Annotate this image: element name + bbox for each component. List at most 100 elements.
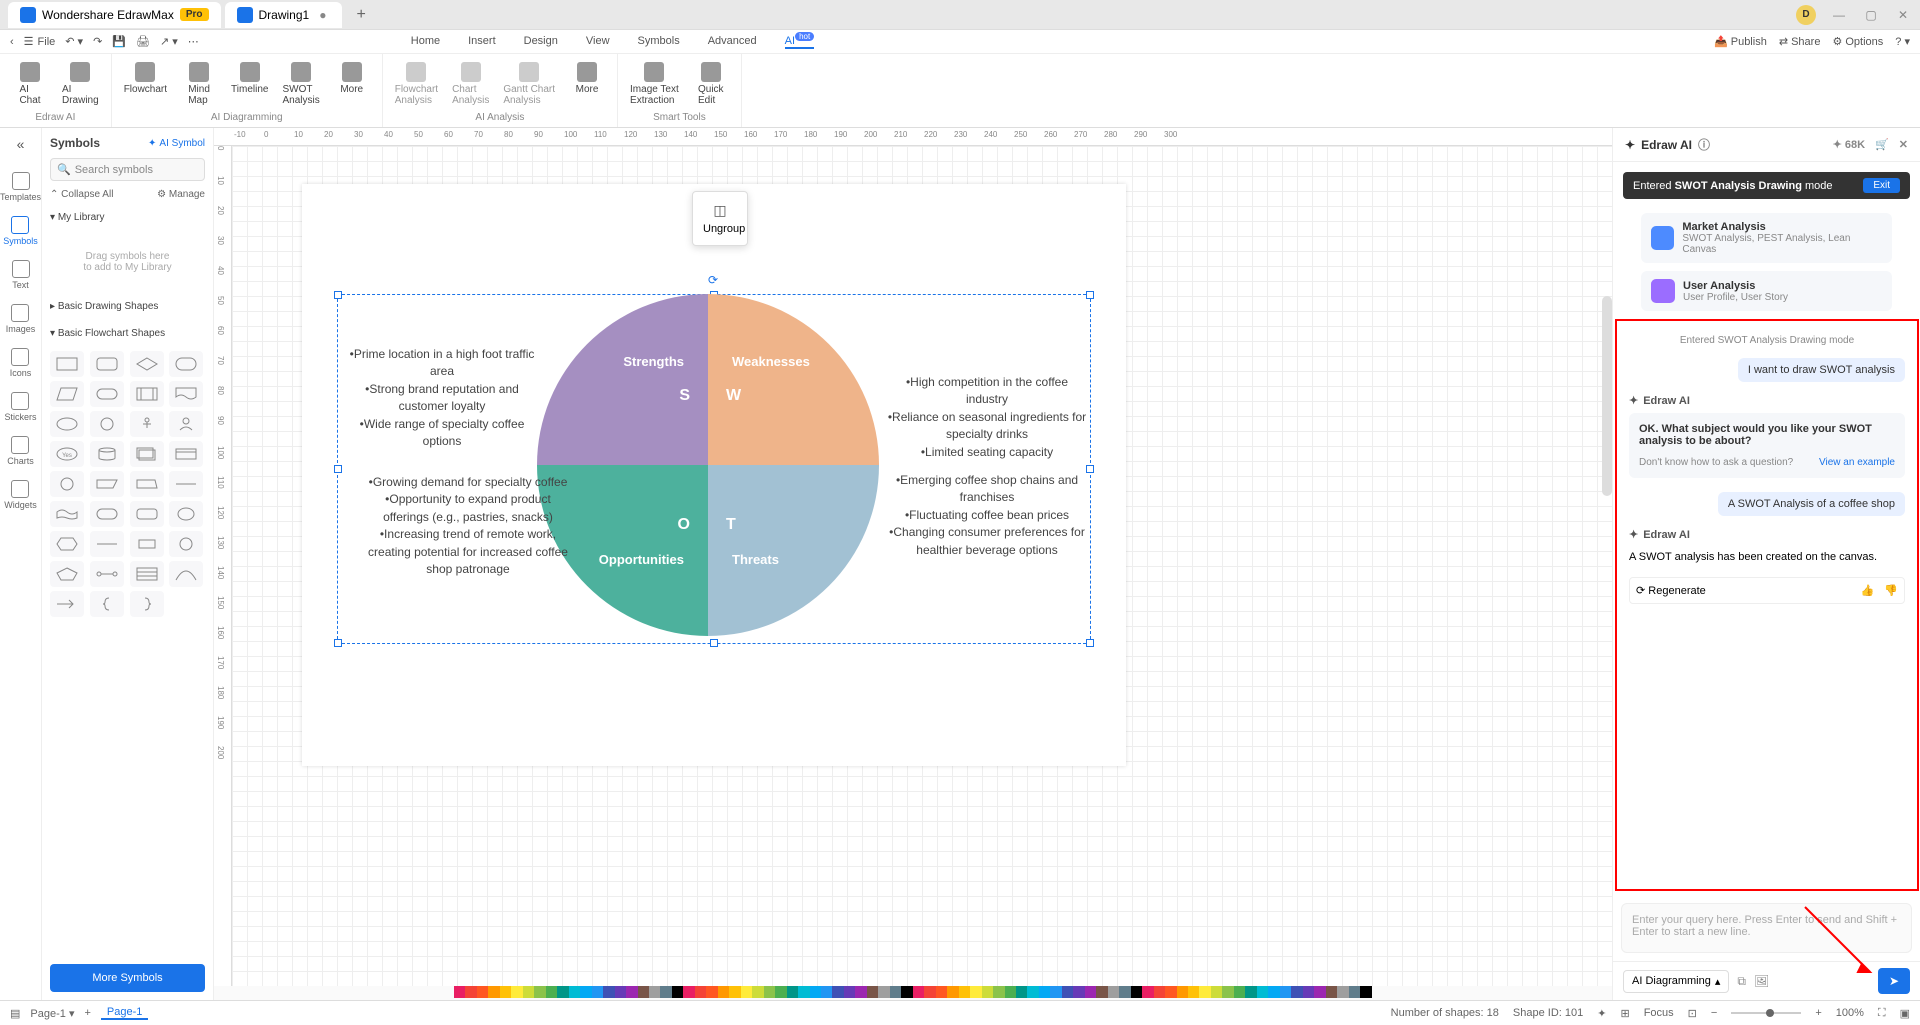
collapse-nav-button[interactable]: « <box>17 136 25 158</box>
color-swatch[interactable] <box>764 986 775 998</box>
threats-text[interactable]: •Emerging coffee shop chains and franchi… <box>887 472 1087 559</box>
shape-trapezoid2[interactable] <box>130 471 164 497</box>
image-text-button[interactable]: Image Text Extraction <box>626 58 683 110</box>
nav-symbols[interactable]: Symbols <box>3 216 38 246</box>
ai-info-icon[interactable]: ⓘ <box>1698 136 1710 153</box>
color-swatch[interactable] <box>534 986 545 998</box>
thumbs-down-icon[interactable]: 👎 <box>1884 584 1898 597</box>
resize-handle[interactable] <box>334 639 342 647</box>
color-swatch[interactable] <box>1039 986 1050 998</box>
color-swatch[interactable] <box>890 986 901 998</box>
color-swatch[interactable] <box>454 986 465 998</box>
shape-arrow[interactable] <box>50 591 84 617</box>
shape-diamond[interactable] <box>130 351 164 377</box>
attach-icon[interactable]: ⧉ <box>1737 974 1746 989</box>
cart-icon[interactable]: 🛒 <box>1875 138 1889 151</box>
color-swatch[interactable] <box>546 986 557 998</box>
color-swatch[interactable] <box>1188 986 1199 998</box>
ai-query-input[interactable]: Enter your query here. Press Enter to se… <box>1621 903 1912 953</box>
zoom-in-button[interactable]: + <box>1815 1007 1821 1019</box>
color-swatch[interactable] <box>718 986 729 998</box>
ai-chat-button[interactable]: AI Chat <box>8 58 52 110</box>
app-tab[interactable]: Wondershare EdrawMax Pro <box>8 2 221 28</box>
print-button[interactable]: 🖨 <box>136 35 150 48</box>
color-swatch[interactable] <box>1062 986 1073 998</box>
color-swatch[interactable] <box>1085 986 1096 998</box>
color-swatch[interactable] <box>878 986 889 998</box>
color-swatch[interactable] <box>787 986 798 998</box>
ai-symbol-button[interactable]: ✦ AI Symbol <box>148 138 205 149</box>
shape-line[interactable] <box>169 471 203 497</box>
ungroup-label[interactable]: Ungroup <box>703 223 737 235</box>
help-button[interactable]: ? ▾ <box>1895 35 1910 48</box>
ai-mode-select[interactable]: AI Diagramming ▴ <box>1623 970 1729 993</box>
color-swatch[interactable] <box>569 986 580 998</box>
color-swatch[interactable] <box>947 986 958 998</box>
shape-parallelogram[interactable] <box>50 381 84 407</box>
shape-rect2[interactable] <box>130 531 164 557</box>
zoom-slider[interactable] <box>1731 1012 1801 1014</box>
chart-analysis-button[interactable]: Chart Analysis <box>448 58 493 110</box>
shape-document[interactable] <box>169 381 203 407</box>
shape-process[interactable] <box>130 381 164 407</box>
publish-button[interactable]: 📤 Publish <box>1714 35 1767 48</box>
color-swatch[interactable] <box>1154 986 1165 998</box>
color-swatch[interactable] <box>557 986 568 998</box>
regenerate-button[interactable]: ⟳ Regenerate <box>1636 584 1706 597</box>
opportunities-text[interactable]: •Growing demand for specialty coffee •Op… <box>362 474 574 578</box>
fullscreen-icon[interactable]: ⛶ <box>1878 1007 1886 1020</box>
color-swatch[interactable] <box>1016 986 1027 998</box>
color-swatch[interactable] <box>592 986 603 998</box>
nav-text[interactable]: Text <box>12 260 30 290</box>
shape-brace-l[interactable] <box>90 591 124 617</box>
shape-roundrect3[interactable] <box>90 501 124 527</box>
shape-connector[interactable] <box>90 561 124 587</box>
shape-roundrect4[interactable] <box>130 501 164 527</box>
shape-cylinder[interactable] <box>90 441 124 467</box>
swot-strengths[interactable]: Strengths S <box>537 294 708 465</box>
export-button[interactable]: ↗ ▾ <box>160 35 178 48</box>
gantt-analysis-button[interactable]: Gantt Chart Analysis <box>499 58 559 110</box>
color-swatch[interactable] <box>477 986 488 998</box>
color-swatch[interactable] <box>1222 986 1233 998</box>
back-button[interactable]: ‹ <box>10 36 14 48</box>
shape-arc[interactable] <box>169 561 203 587</box>
user-analysis-card[interactable]: User AnalysisUser Profile, User Story <box>1641 271 1892 311</box>
color-swatch[interactable] <box>901 986 912 998</box>
color-swatch[interactable] <box>1073 986 1084 998</box>
color-swatch[interactable] <box>465 986 476 998</box>
color-swatch[interactable] <box>1096 986 1107 998</box>
shape-pentagon[interactable] <box>50 561 84 587</box>
maximize-button[interactable]: ▢ <box>1862 8 1880 22</box>
mindmap-button[interactable]: Mind Map <box>177 58 221 110</box>
mylib-section[interactable]: ▾ My Library <box>50 208 205 227</box>
color-swatch[interactable] <box>706 986 717 998</box>
avatar[interactable]: D <box>1796 5 1816 25</box>
color-swatch[interactable] <box>936 986 947 998</box>
color-swatch[interactable] <box>1268 986 1279 998</box>
color-swatch[interactable] <box>1199 986 1210 998</box>
swot-threats[interactable]: T Threats <box>708 465 879 636</box>
minimize-button[interactable]: — <box>1830 8 1848 22</box>
shape-circle2[interactable] <box>50 471 84 497</box>
collapse-all-button[interactable]: ⌃ Collapse All <box>50 189 113 200</box>
color-swatch[interactable] <box>1027 986 1038 998</box>
new-tab-button[interactable]: + <box>346 2 375 28</box>
nav-stickers[interactable]: Stickers <box>4 392 36 422</box>
vertical-scrollbar[interactable] <box>1602 296 1612 496</box>
color-swatch[interactable] <box>924 986 935 998</box>
fit-icon[interactable]: ⊡ <box>1688 1007 1697 1020</box>
shape-wave[interactable] <box>50 501 84 527</box>
view-example-link[interactable]: View an example <box>1819 457 1895 468</box>
menu-view[interactable]: View <box>586 35 610 49</box>
color-swatch[interactable] <box>1108 986 1119 998</box>
mylib-droparea[interactable]: Drag symbols hereto add to My Library <box>50 235 205 289</box>
ai-sparkle-icon[interactable]: ✦ <box>1597 1007 1606 1020</box>
color-swatch[interactable] <box>1119 986 1130 998</box>
color-swatch[interactable] <box>993 986 1004 998</box>
menu-ai[interactable]: AIhot <box>785 35 815 49</box>
color-swatch[interactable] <box>729 986 740 998</box>
swot-diagram[interactable]: Strengths S Weaknesses W O Opportunities… <box>537 294 879 636</box>
nav-charts[interactable]: Charts <box>7 436 34 466</box>
symbol-search[interactable]: 🔍 Search symbols <box>50 158 205 181</box>
